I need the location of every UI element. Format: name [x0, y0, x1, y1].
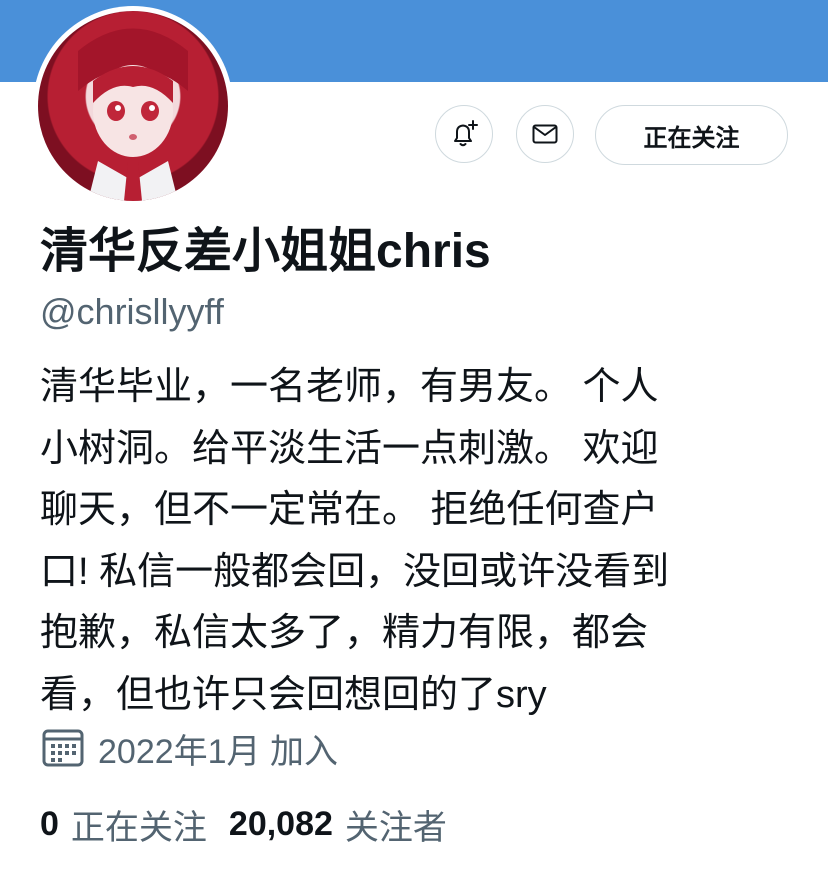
- display-name: 清华反差小姐姐chris: [40, 225, 491, 278]
- followers-label: 关注者: [344, 808, 447, 847]
- message-button[interactable]: [516, 105, 574, 163]
- bio-line: 清华毕业，一名老师，有男友。 个人: [40, 366, 659, 408]
- following-count: 0: [40, 804, 59, 843]
- avatar[interactable]: [38, 11, 228, 201]
- bio-line: 聊天，但不一定常在。 拒绝任何查户: [40, 489, 659, 531]
- calendar-icon: [42, 729, 84, 767]
- followers-count: 20,082: [228, 804, 333, 843]
- envelope-icon: [532, 124, 558, 144]
- user-handle: @chrisllyyff: [40, 291, 224, 332]
- bio-line: 口! 私信一般都会回，没回或许没看到: [40, 550, 670, 593]
- avatar-frame: [33, 6, 233, 206]
- bio-line: 抱歉，私信太多了，精力有限，都会: [40, 612, 649, 654]
- followers-stat[interactable]: 20,082 关注者: [229, 800, 447, 849]
- notify-button[interactable]: [435, 105, 493, 163]
- bio-line: 看，但也许只会回想回的了sry: [40, 673, 547, 716]
- bio: 清华毕业，一名老师，有男友。 个人 小树洞。给平淡生活一点刺激。 欢迎 聊天，但…: [40, 357, 800, 726]
- following-label: 正在关注: [70, 808, 207, 847]
- join-date-text: 2022年1月 加入: [98, 732, 338, 771]
- bio-line: 小树洞。给平淡生活一点刺激。 欢迎: [40, 427, 659, 470]
- bell-plus-icon: [454, 120, 478, 147]
- following-button[interactable]: 正在关注: [595, 105, 788, 165]
- join-date: 2022年1月 加入: [40, 724, 338, 772]
- following-stat[interactable]: 0 正在关注: [40, 800, 207, 849]
- follow-stats: 0 正在关注 20,082 关注者: [40, 800, 469, 848]
- avatar-illustration: [78, 28, 188, 201]
